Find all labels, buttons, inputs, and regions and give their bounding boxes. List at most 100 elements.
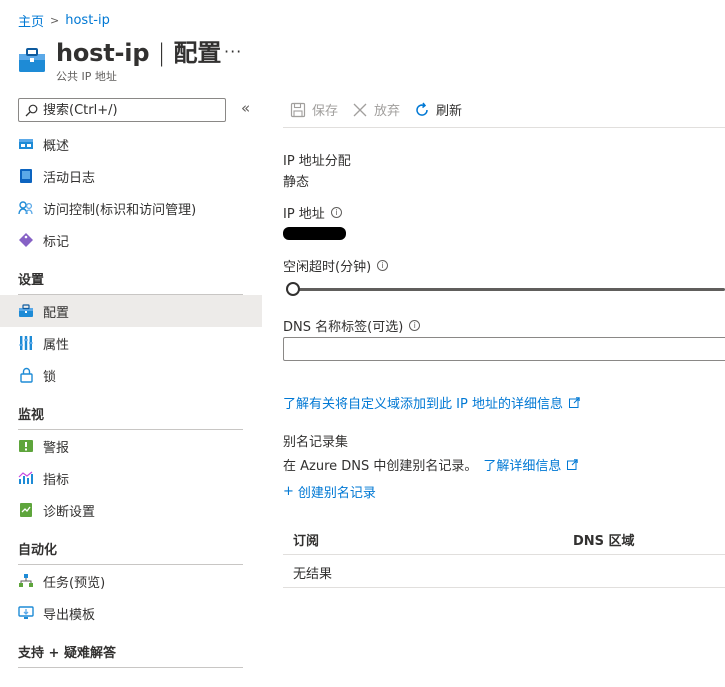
plus-icon: + — [283, 484, 294, 499]
learn-more-link[interactable]: 了解详细信息 — [483, 455, 561, 474]
tasks-icon — [18, 573, 34, 589]
divider — [283, 127, 725, 128]
sidebar-item-tasks[interactable]: 任务(预览) — [0, 565, 262, 597]
overview-icon — [18, 136, 34, 152]
sidebar-item-access-control[interactable]: 访问控制(标识和访问管理) — [0, 192, 262, 224]
configuration-icon — [18, 303, 34, 319]
info-icon[interactable]: i — [330, 207, 342, 218]
column-header-subscription[interactable]: 订阅 — [293, 530, 319, 549]
section-heading-settings: 设置 — [18, 273, 45, 288]
dns-label-label-text: DNS 名称标签(可选) — [283, 320, 404, 335]
search-icon — [25, 104, 38, 116]
external-link-icon — [568, 397, 580, 408]
column-header-dns-zone[interactable]: DNS 区域 — [573, 530, 635, 549]
empty-results-text: 无结果 — [293, 567, 333, 582]
sidebar-item-label: 诊断设置 — [43, 504, 96, 520]
sidebar-item-label: 标记 — [43, 234, 70, 250]
info-icon[interactable]: i — [377, 260, 389, 271]
custom-domain-link[interactable]: 了解有关将自定义域添加到此 IP 地址的详细信息 — [283, 393, 563, 412]
ip-assignment-label-text: IP 地址分配 — [283, 154, 351, 169]
alias-record-title-text: 别名记录集 — [283, 435, 349, 450]
sidebar-item-label: 锁 — [43, 369, 57, 385]
page-header: host-ip | 配置 公共 IP 地址 — [18, 38, 221, 84]
sidebar-item-configuration[interactable]: 配置 — [0, 295, 262, 327]
idle-timeout-slider-thumb[interactable] — [286, 282, 300, 296]
create-alias-record-button[interactable]: + 创建别名记录 — [283, 482, 376, 501]
alias-record-desc-row: 在 Azure DNS 中创建别名记录。 了解详细信息 — [283, 455, 579, 474]
idle-timeout-label: 空闲超时(分钟) i — [283, 256, 389, 275]
section-heading-support: 支持 + 疑难解答 — [18, 646, 116, 661]
collapse-sidebar-button[interactable]: « — [241, 99, 250, 117]
page-title-separator: | — [157, 39, 166, 67]
public-ip-resource-icon — [19, 48, 45, 72]
tag-icon — [18, 232, 34, 248]
metrics-icon — [18, 470, 34, 486]
ip-address-label-text: IP 地址 — [283, 207, 325, 222]
sidebar-item-label: 访问控制(标识和访问管理) — [43, 202, 197, 218]
ip-assignment-value: 静态 — [283, 175, 310, 190]
sidebar-item-alerts[interactable]: 警报 — [0, 430, 262, 462]
discard-button[interactable]: 放弃 — [352, 100, 400, 119]
export-template-icon — [18, 605, 34, 621]
sidebar-item-diagnostic-settings[interactable]: 诊断设置 — [0, 494, 262, 526]
sidebar-item-activity-log[interactable]: 活动日志 — [0, 160, 262, 192]
sidebar-item-label: 指标 — [43, 472, 70, 488]
discard-label: 放弃 — [374, 104, 401, 119]
search-input[interactable] — [43, 102, 213, 118]
ip-assignment-label: IP 地址分配 — [283, 150, 351, 169]
alias-record-desc: 在 Azure DNS 中创建别名记录。 — [283, 459, 478, 474]
save-icon — [290, 102, 306, 117]
refresh-label: 刷新 — [436, 104, 463, 119]
sidebar-item-overview[interactable]: 概述 — [0, 128, 262, 160]
search-box[interactable] — [18, 98, 226, 122]
breadcrumb-home-link[interactable]: 主页 — [18, 11, 44, 30]
sidebar-item-label: 警报 — [43, 440, 70, 456]
sidebar-item-label: 导出模板 — [43, 607, 96, 623]
page-title-section: 配置 — [173, 39, 222, 67]
save-button[interactable]: 保存 — [290, 100, 338, 119]
dns-label-input[interactable] — [283, 337, 725, 361]
refresh-icon — [416, 102, 428, 116]
page-title-name: host-ip — [56, 39, 150, 67]
alerts-icon — [18, 438, 34, 454]
sidebar-item-locks[interactable]: 锁 — [0, 359, 262, 391]
breadcrumb-current-link[interactable]: host-ip — [65, 13, 110, 28]
access-control-icon — [18, 200, 34, 216]
alias-record-title: 别名记录集 — [283, 431, 348, 450]
command-bar: 保存 放弃 刷新 — [290, 100, 462, 119]
idle-timeout-label-text: 空闲超时(分钟) — [283, 260, 372, 275]
diagnostic-settings-icon — [18, 502, 34, 518]
section-heading-monitoring: 监视 — [18, 408, 45, 423]
dns-label-label: DNS 名称标签(可选) i — [283, 316, 421, 335]
sidebar-nav: 概述 活动日志 访问控制(标识和访问管理) 标记 设置 配置 属性 锁 监视 警… — [0, 128, 262, 668]
properties-icon — [18, 335, 34, 351]
sidebar-item-properties[interactable]: 属性 — [0, 327, 262, 359]
breadcrumb: 主页 > host-ip — [18, 11, 110, 30]
sidebar-item-export-template[interactable]: 导出模板 — [0, 597, 262, 629]
save-label: 保存 — [312, 104, 339, 119]
activity-log-icon — [18, 168, 34, 184]
sidebar-item-label: 属性 — [43, 337, 70, 353]
close-icon — [353, 103, 367, 116]
sidebar-item-label: 任务(预览) — [43, 575, 106, 591]
redacted-ip-address — [283, 227, 346, 240]
idle-timeout-slider-track[interactable] — [290, 288, 725, 291]
page-subtitle: 公共 IP 地址 — [56, 70, 117, 83]
alias-table-header: 订阅 DNS 区域 — [283, 522, 725, 555]
lock-icon — [18, 367, 34, 383]
custom-domain-link-row: 了解有关将自定义域添加到此 IP 地址的详细信息 — [283, 393, 580, 412]
divider — [18, 667, 243, 668]
sidebar-item-label: 概述 — [43, 138, 70, 154]
chevron-right-icon: > — [50, 14, 60, 27]
create-alias-record-label: 创建别名记录 — [297, 486, 376, 501]
sidebar-item-label: 配置 — [43, 305, 70, 321]
external-link-icon — [567, 459, 579, 470]
page-title: host-ip | 配置 — [56, 38, 221, 68]
refresh-button[interactable]: 刷新 — [414, 100, 462, 119]
sidebar-item-metrics[interactable]: 指标 — [0, 462, 262, 494]
more-options-button[interactable]: ··· — [224, 42, 242, 61]
sidebar-item-label: 活动日志 — [43, 170, 96, 186]
sidebar-item-tags[interactable]: 标记 — [0, 224, 262, 256]
info-icon[interactable]: i — [409, 320, 421, 331]
ip-address-label: IP 地址 i — [283, 203, 342, 222]
